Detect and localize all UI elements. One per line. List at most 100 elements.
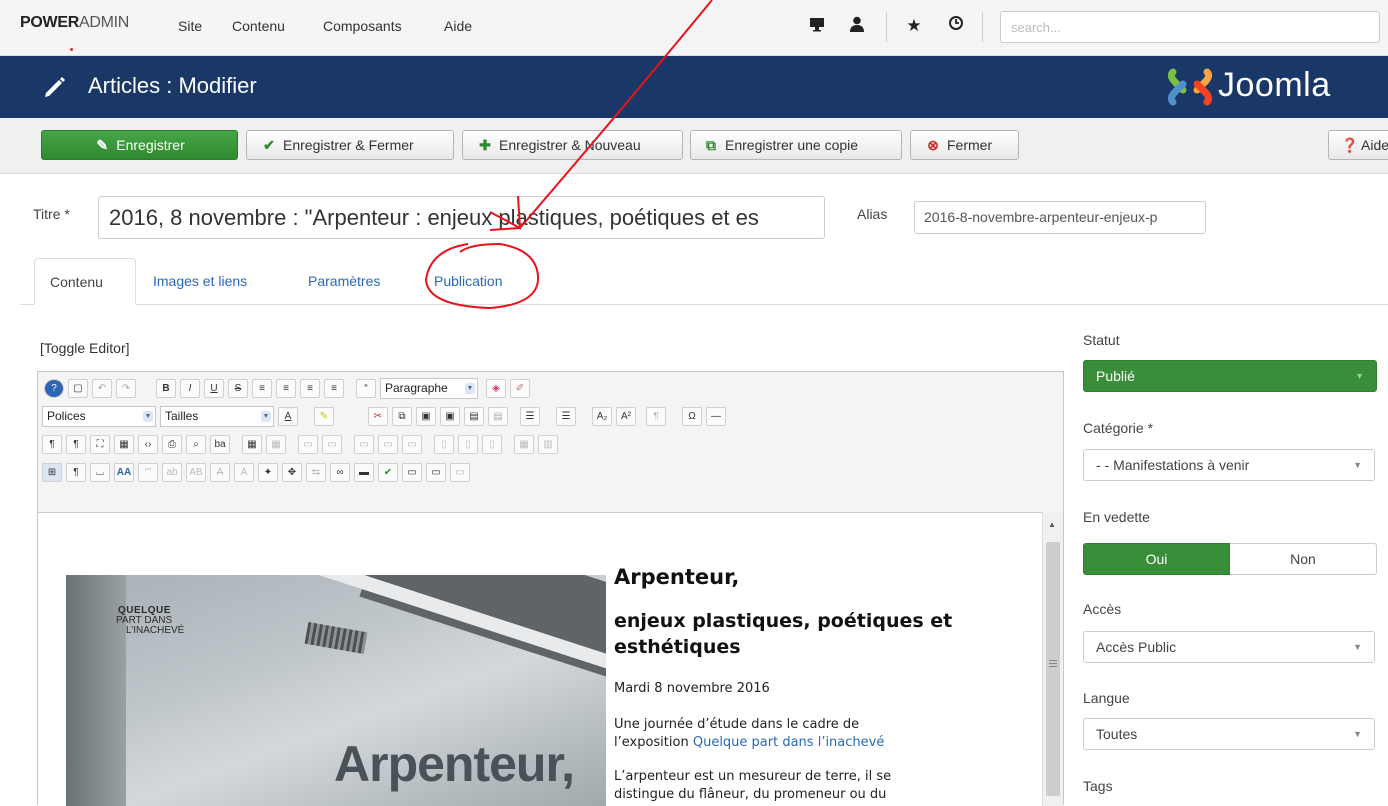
brand-logo[interactable]: POWERADMIN [20, 14, 129, 32]
spellcheck-icon[interactable]: ✔ [378, 463, 398, 482]
split-cells-icon[interactable]: ▥ [538, 435, 558, 454]
menu-aide[interactable]: Aide [444, 18, 472, 34]
show-blocks-icon[interactable]: ¶ [66, 463, 86, 482]
italic-icon[interactable]: I [180, 379, 200, 398]
pagebreak-icon[interactable]: ▭ [402, 463, 422, 482]
delete-icon[interactable]: A [210, 463, 230, 482]
tab-contenu[interactable]: Contenu [34, 258, 136, 305]
align-justify-icon[interactable]: ≡ [252, 379, 272, 398]
size-select[interactable]: Tailles ▼ [160, 406, 274, 427]
access-select[interactable]: Accès Public ▼ [1083, 631, 1375, 663]
cut-icon[interactable]: ✂ [368, 407, 388, 426]
highlight-color-icon[interactable]: ✎ [314, 407, 334, 426]
merge-cells-icon[interactable]: ▦ [514, 435, 534, 454]
tab-publication[interactable]: Publication [434, 258, 503, 305]
row-insert-icon[interactable]: ▭ [354, 435, 374, 454]
align-left-icon[interactable]: ≡ [324, 379, 344, 398]
new-document-icon[interactable]: ▢ [68, 379, 88, 398]
eraser-icon[interactable]: ◈ [486, 379, 506, 398]
star-icon[interactable]: ★ [903, 15, 925, 37]
template-icon[interactable]: ▦ [114, 435, 134, 454]
font-select[interactable]: Polices ▼ [42, 406, 156, 427]
copy-icon[interactable]: ⧉ [392, 407, 412, 426]
editor-scroll-thumb[interactable] [1046, 542, 1060, 796]
col-insert-icon[interactable]: ▯ [434, 435, 454, 454]
strikethrough-icon[interactable]: S [228, 379, 248, 398]
paste-text-icon[interactable]: ▣ [440, 407, 460, 426]
table-props-icon[interactable]: ▦ [266, 435, 286, 454]
format-select[interactable]: Paragraphe ▼ [380, 378, 478, 399]
save-button[interactable]: ✎ Enregistrer [41, 130, 238, 160]
visual-aid-icon[interactable]: ⊞ [42, 463, 62, 482]
menu-composants[interactable]: Composants [323, 18, 402, 34]
row-delete-icon[interactable]: ▭ [402, 435, 422, 454]
special-char-icon[interactable]: Ω [682, 407, 702, 426]
scroll-up-icon[interactable]: ▲ [1048, 520, 1056, 529]
paste-word-icon[interactable]: ▤ [464, 407, 484, 426]
tab-parametres[interactable]: Paramètres [308, 258, 380, 305]
text-color-icon[interactable]: A [278, 407, 298, 426]
exhibition-link[interactable]: Quelque part dans l’inachevé [693, 735, 885, 750]
col-insert-icon[interactable]: ▯ [458, 435, 478, 454]
align-right-icon[interactable]: ≡ [300, 379, 320, 398]
align-center-icon[interactable]: ≡ [276, 379, 296, 398]
acronym-icon[interactable]: AB [186, 463, 206, 482]
link-icon[interactable]: ∞ [330, 463, 350, 482]
user-icon[interactable] [846, 15, 868, 37]
language-select[interactable]: Toutes ▼ [1083, 718, 1375, 750]
underline-icon[interactable]: U [204, 379, 224, 398]
undo-icon[interactable]: ↶ [92, 379, 112, 398]
rtl-paragraph-icon[interactable]: ¶ [66, 435, 86, 454]
fullscreen-icon[interactable]: ⛶ [90, 435, 110, 454]
abbr-icon[interactable]: ab [162, 463, 182, 482]
insert-icon[interactable]: A [234, 463, 254, 482]
featured-no-button[interactable]: Non [1230, 543, 1377, 575]
search-input[interactable] [1011, 20, 1369, 35]
help-button[interactable]: ❓ Aide [1328, 130, 1388, 160]
save-new-button[interactable]: ✚ Enregistrer & Nouveau [462, 130, 683, 160]
code-icon[interactable]: ‹› [138, 435, 158, 454]
ltr-icon[interactable]: ¶ [42, 435, 62, 454]
menu-site[interactable]: Site [178, 18, 202, 34]
non-breaking-icon[interactable]: ⌴ [90, 463, 110, 482]
redo-icon[interactable]: ↷ [116, 379, 136, 398]
layer-icon[interactable]: ✥ [282, 463, 302, 482]
menu-contenu[interactable]: Contenu [232, 18, 285, 34]
save-close-button[interactable]: ✔ Enregistrer & Fermer [246, 130, 454, 160]
rtl-icon[interactable]: ¶ [646, 407, 666, 426]
toggle-editor-link[interactable]: [Toggle Editor] [40, 340, 130, 356]
print-icon[interactable]: ⎙ [162, 435, 182, 454]
search-box[interactable] [1000, 11, 1380, 43]
editor-content[interactable]: QUELQUE PART DANS L’INACHEVÉ Arpenteur, … [38, 512, 1044, 806]
table-icon[interactable]: ▦ [242, 435, 262, 454]
horizontal-rule-icon[interactable]: — [706, 407, 726, 426]
disabled-icon[interactable]: ▭ [450, 463, 470, 482]
image-icon[interactable]: ▬ [354, 463, 374, 482]
clock-icon[interactable] [945, 15, 967, 37]
bold-icon[interactable]: B [156, 379, 176, 398]
monitor-icon[interactable] [806, 15, 828, 37]
find-icon[interactable]: ⌕ [186, 435, 206, 454]
row-icon[interactable]: ▭ [298, 435, 318, 454]
style-icon[interactable]: AA [114, 463, 134, 482]
layer-move-icon[interactable]: ⇆ [306, 463, 326, 482]
save-copy-button[interactable]: ⧉ Enregistrer une copie [690, 130, 902, 160]
blockquote-icon[interactable]: “ [356, 379, 376, 398]
featured-yes-button[interactable]: Oui [1083, 543, 1230, 575]
cell-icon[interactable]: ▭ [322, 435, 342, 454]
row-insert-icon[interactable]: ▭ [378, 435, 398, 454]
title-input[interactable]: 2016, 8 novembre : "Arpenteur : enjeux p… [98, 196, 825, 239]
superscript-icon[interactable]: A² [616, 407, 636, 426]
brush-icon[interactable]: ✐ [510, 379, 530, 398]
col-delete-icon[interactable]: ▯ [482, 435, 502, 454]
subscript-icon[interactable]: A₂ [592, 407, 612, 426]
help-icon[interactable]: ? [44, 379, 64, 398]
numbered-list-icon[interactable]: ☰ [520, 407, 540, 426]
attributes-icon[interactable]: ✦ [258, 463, 278, 482]
bullet-list-icon[interactable]: ☰ [556, 407, 576, 426]
category-select[interactable]: - - Manifestations à venir ▼ [1083, 449, 1375, 481]
paste-word-disabled-icon[interactable]: ▤ [488, 407, 508, 426]
alias-input[interactable]: 2016-8-novembre-arpenteur-enjeux-p [914, 201, 1206, 234]
readmore-icon[interactable]: ▭ [426, 463, 446, 482]
cite-icon[interactable]: “” [138, 463, 158, 482]
